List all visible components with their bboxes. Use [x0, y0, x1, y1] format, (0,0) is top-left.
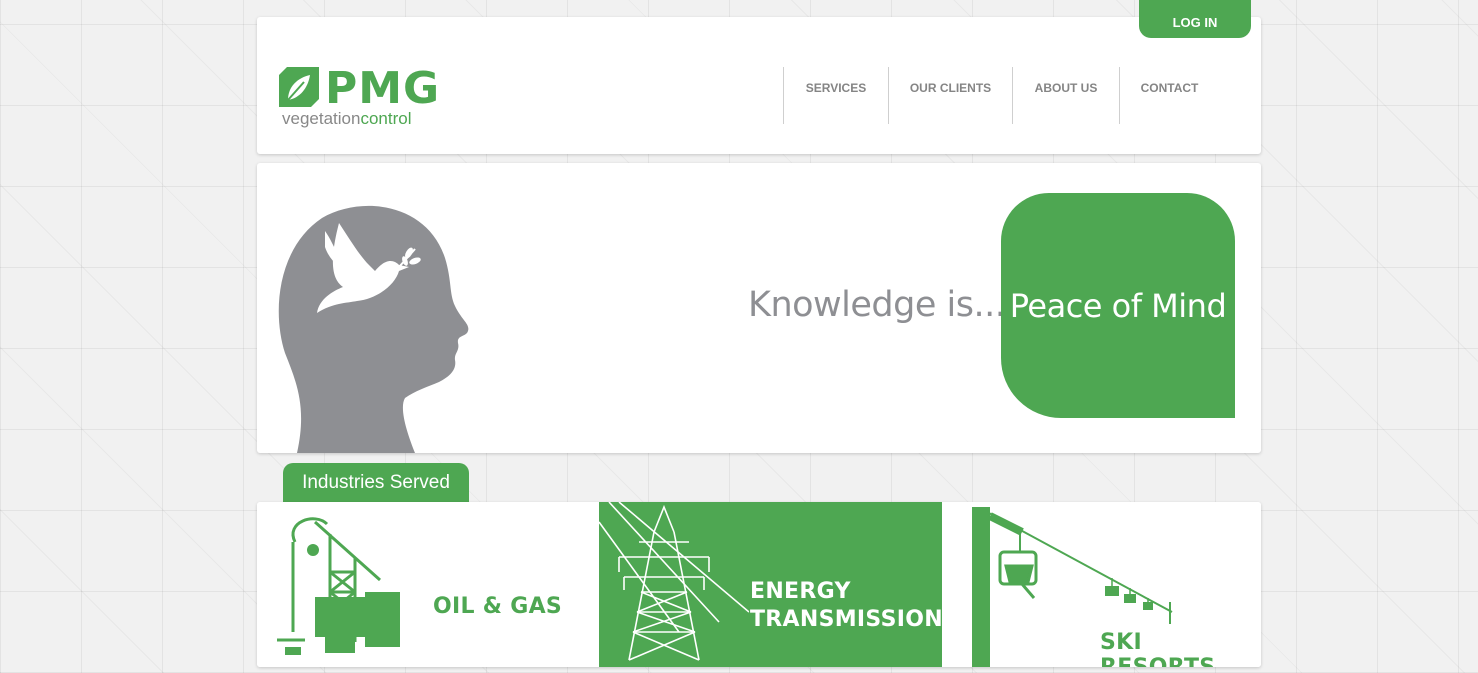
nav-contact[interactable]: CONTACT: [1119, 67, 1219, 124]
head-with-dove-icon: [278, 205, 469, 453]
hero-lead-text: Knowledge is...: [748, 285, 1006, 325]
nav-about-us[interactable]: ABOUT US: [1012, 67, 1119, 124]
industry-ski-resorts[interactable]: SKI RESORTS: [942, 502, 1261, 667]
nav-services[interactable]: SERVICES: [783, 67, 888, 124]
industries-served-tab: Industries Served: [283, 463, 469, 502]
pmg-logo[interactable]: PMG vegetationcontrol: [279, 63, 439, 131]
logo-brand: PMG: [325, 63, 441, 114]
logo-tagline: vegetationcontrol: [282, 109, 412, 128]
site-header: PMG vegetationcontrol SERVICES OUR CLIEN…: [257, 17, 1261, 154]
industry-label: OIL & GAS: [433, 594, 563, 619]
industries-panel: OIL & GAS ENERGY TRANSMISSION SKI: [257, 502, 1261, 667]
main-nav: SERVICES OUR CLIENTS ABOUT US CONTACT: [783, 67, 1219, 124]
industry-oil-gas[interactable]: OIL & GAS: [257, 502, 599, 667]
hero-highlight: Peace of Mind: [1001, 193, 1235, 418]
nav-our-clients[interactable]: OUR CLIENTS: [888, 67, 1012, 124]
pumpjack-icon: [277, 517, 400, 655]
login-button[interactable]: LOG IN: [1139, 0, 1251, 38]
industry-label: SKI RESORTS: [1100, 630, 1215, 667]
industry-label: ENERGY TRANSMISSION: [750, 579, 943, 632]
leaf-logo-icon: [279, 67, 319, 107]
industry-energy-transmission[interactable]: ENERGY TRANSMISSION: [599, 502, 943, 667]
power-tower-icon: [599, 502, 749, 661]
hero-banner: Knowledge is... Peace of Mind: [257, 163, 1261, 453]
